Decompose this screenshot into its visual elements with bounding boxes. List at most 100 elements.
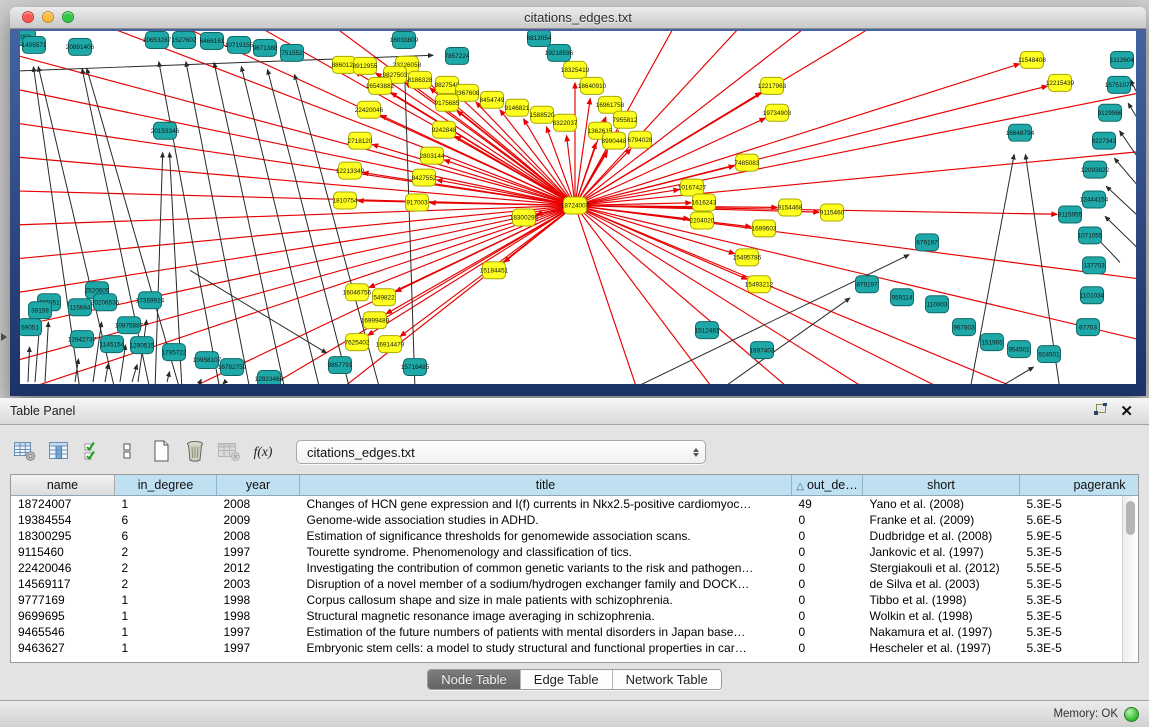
graph-node[interactable]: 16961758 — [596, 96, 625, 113]
graph-edge[interactable] — [369, 206, 575, 288]
table-cell[interactable]: 18724007 — [11, 496, 115, 513]
graph-node[interactable]: 1697403 — [750, 342, 775, 359]
table-cell[interactable]: 1 — [115, 640, 217, 656]
table-cell[interactable]: Estimation of the future numbers of pati… — [300, 624, 792, 640]
graph-node[interactable]: 67703 — [1077, 319, 1100, 336]
graph-node[interactable]: 2718120 — [348, 132, 373, 149]
graph-node[interactable]: 8990448 — [602, 132, 627, 149]
table-cell[interactable]: Stergiakouli et al. (2012) — [863, 560, 1020, 576]
graph-node[interactable]: 18640910 — [578, 77, 607, 94]
graph-node[interactable]: 10719155 — [225, 36, 254, 53]
table-cell[interactable]: de Silva et al. (2003) — [863, 576, 1020, 592]
graph-edge[interactable] — [20, 206, 575, 226]
function-builder-button[interactable]: f(x) — [248, 438, 278, 466]
new-table-button[interactable] — [146, 438, 176, 466]
graph-node[interactable]: 679197 — [916, 234, 939, 251]
graph-edge[interactable] — [1120, 131, 1136, 161]
tab-edge-table[interactable]: Edge Table — [521, 670, 613, 689]
graph-node[interactable]: 1795722 — [162, 344, 187, 361]
table-cell[interactable]: 2 — [115, 560, 217, 576]
graph-node[interactable]: 917003 — [406, 194, 429, 211]
table-cell[interactable]: Wolkin et al. (1998) — [863, 608, 1020, 624]
graph-node[interactable]: 9227343 — [1092, 132, 1117, 149]
graph-node[interactable]: 12217963 — [758, 77, 787, 94]
table-select-dropdown[interactable]: citations_edges.txt — [296, 440, 706, 464]
column-header-name[interactable]: name — [11, 475, 115, 496]
graph-node[interactable]: 15184451 — [480, 262, 509, 279]
graph-node[interactable]: 7625402 — [345, 334, 370, 351]
window-titlebar[interactable]: citations_edges.txt — [10, 7, 1146, 29]
table-cell[interactable]: 1 — [115, 496, 217, 513]
table-cell[interactable]: 0 — [792, 624, 863, 640]
table-cell[interactable]: 1 — [115, 592, 217, 608]
graph-edge[interactable] — [223, 382, 225, 384]
graph-node[interactable]: 1588520 — [530, 106, 555, 123]
table-cell[interactable]: 1 — [115, 608, 217, 624]
graph-node[interactable]: 954501 — [1008, 341, 1031, 358]
table-cell[interactable]: Genome-wide association studies in ADHD. — [300, 512, 792, 528]
graph-node[interactable]: 110003 — [926, 296, 949, 313]
graph-edge[interactable] — [132, 365, 137, 382]
graph-edge[interactable] — [575, 91, 1136, 206]
column-header-out_de[interactable]: △out_de… — [792, 475, 863, 496]
table-cell[interactable]: 2 — [115, 544, 217, 560]
graph-node[interactable]: 9857791 — [328, 357, 353, 374]
table-cell[interactable]: 2009 — [217, 512, 300, 528]
graph-node[interactable]: 151965 — [981, 334, 1004, 351]
graph-node[interactable]: 1101034 — [1080, 287, 1105, 304]
graph-edge[interactable] — [35, 330, 39, 382]
graph-node[interactable]: 9175685 — [435, 94, 460, 111]
scrollbar-thumb[interactable] — [1126, 501, 1135, 535]
float-panel-button[interactable] — [1087, 403, 1114, 419]
graph-node[interactable]: 20153346 — [151, 122, 180, 139]
table-cell[interactable]: Franke et al. (2009) — [863, 512, 1020, 528]
table-cell[interactable]: 0 — [792, 512, 863, 528]
graph-node[interactable]: 10167427 — [678, 179, 707, 196]
column-header-year[interactable]: year — [217, 475, 300, 496]
tab-node-table[interactable]: Node Table — [428, 670, 521, 689]
minimize-window-button[interactable] — [42, 11, 54, 23]
graph-edge[interactable] — [167, 372, 170, 382]
graph-node[interactable]: 9129966 — [1098, 104, 1123, 121]
graph-node[interactable]: 16046756 — [343, 284, 372, 301]
table-cell[interactable]: Dudbridge et al. (2008) — [863, 528, 1020, 544]
row-list-button[interactable] — [112, 438, 142, 466]
graph-node[interactable]: 8454749 — [480, 91, 505, 108]
table-cell[interactable]: Yano et al. (2008) — [863, 496, 1020, 513]
table-cell[interactable]: Changes of HCN gene expression and I(f) … — [300, 496, 792, 513]
column-header-short[interactable]: short — [863, 475, 1020, 496]
graph-node[interactable]: 20206536 — [91, 294, 120, 311]
graph-node[interactable]: 16033809 — [390, 31, 419, 48]
graph-edge[interactable] — [28, 347, 30, 382]
graph-edge[interactable] — [214, 63, 285, 384]
graph-edge[interactable] — [575, 206, 1136, 281]
graph-node[interactable]: 18724007 — [561, 197, 590, 214]
table-cell[interactable]: Embryonic stem cells: a model to study s… — [300, 640, 792, 656]
graph-node[interactable]: 9242848 — [432, 121, 457, 138]
table-cell[interactable]: 1 — [115, 624, 217, 640]
table-cell[interactable]: 9115460 — [11, 544, 115, 560]
graph-node[interactable]: 8186328 — [408, 71, 433, 88]
table-settings-button[interactable] — [10, 438, 40, 466]
table-cell[interactable]: Estimation of significance thresholds fo… — [300, 528, 792, 544]
graph-edge[interactable] — [455, 136, 575, 205]
graph-node[interactable]: 8912955 — [353, 57, 378, 74]
table-cell[interactable]: 19384554 — [11, 512, 115, 528]
table-cell[interactable]: Nakamura et al. (1997) — [863, 624, 1020, 640]
graph-node[interactable]: 16782759 — [218, 359, 247, 376]
table-cell[interactable]: 0 — [792, 560, 863, 576]
graph-edge[interactable] — [575, 206, 1040, 384]
table-cell[interactable]: 2012 — [217, 560, 300, 576]
table-cell[interactable]: 9699695 — [11, 608, 115, 624]
graph-node[interactable]: 12215439 — [1046, 74, 1075, 91]
graph-node[interactable]: 18325419 — [561, 61, 590, 78]
graph-node[interactable]: 1616243 — [692, 194, 717, 211]
graph-node[interactable]: 16648794 — [1006, 124, 1035, 141]
graph-edge[interactable] — [20, 51, 575, 206]
graph-node[interactable]: 1071055 — [1078, 227, 1103, 244]
graph-edge[interactable] — [1114, 158, 1136, 190]
table-cell[interactable]: 1998 — [217, 592, 300, 608]
table-cell[interactable]: 0 — [792, 640, 863, 656]
graph-node[interactable]: 1405571 — [22, 36, 47, 53]
graph-edge[interactable] — [1128, 103, 1136, 130]
